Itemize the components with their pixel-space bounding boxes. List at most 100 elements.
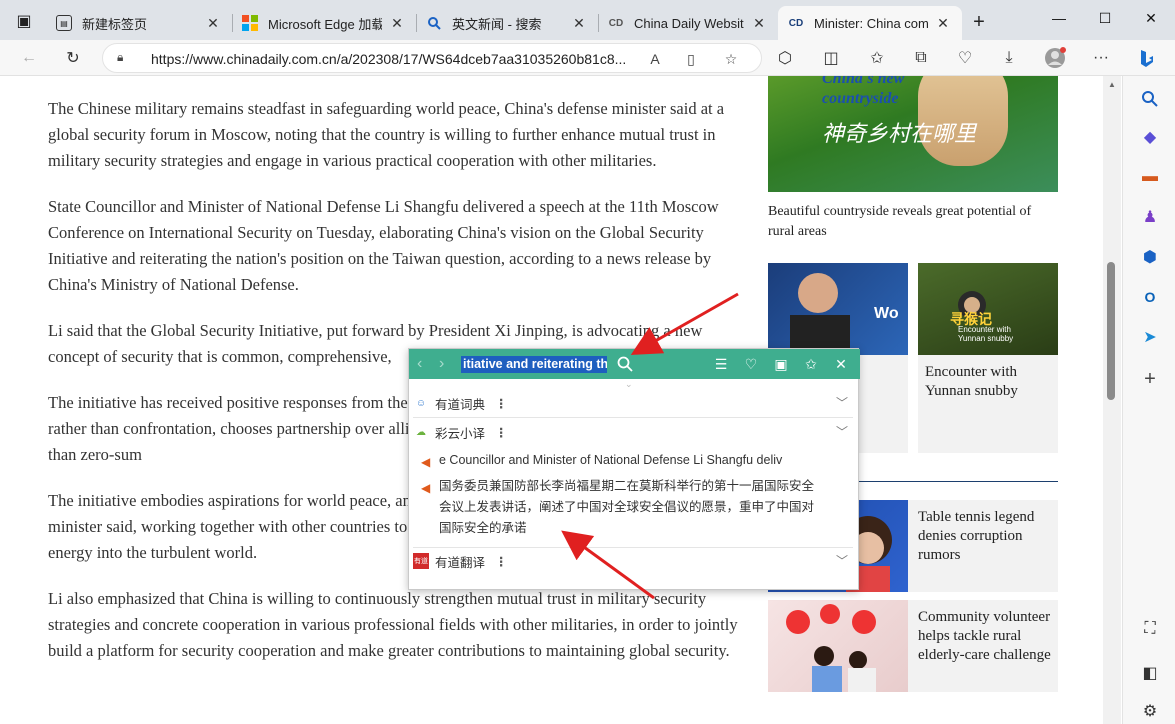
screenshot-icon[interactable]: ⛶ [1137, 616, 1163, 642]
dict-name: 有道词典 [435, 397, 486, 412]
shopping-tag-icon[interactable]: ◆ [1137, 124, 1163, 150]
close-tab-icon[interactable]: ✕ [204, 15, 222, 32]
settings-more-icon[interactable]: ··· [1086, 44, 1116, 72]
news-card-image: 寻猴记 Encounter with Yunnan snubby [918, 263, 1058, 355]
translation-line: 会议上发表讲话，阐述了中国对全球安全倡议的愿景，重申了中国对 [439, 500, 815, 514]
tab-title: 新建标签页 [82, 16, 148, 32]
hero-news-image[interactable]: China's new countryside 神奇乡村在哪里 [768, 76, 1058, 192]
hero-title-line: countryside [822, 90, 899, 107]
expand-chevron-icon[interactable]: ⌄ [625, 379, 633, 390]
forward-chevron-icon[interactable]: › [439, 355, 444, 373]
popup-header: ‹ › itiative and reiterating th ☰ ♡ ▣ ✩ … [409, 349, 860, 379]
news-card-caption[interactable]: Encounter with Yunnan snubby [925, 363, 1053, 401]
tab-news-search[interactable]: 英文新闻 - 搜索 ✕ [416, 6, 598, 40]
news-card-caption[interactable]: Community volunteer helps tackle rural e… [918, 608, 1053, 665]
browser-essentials-icon[interactable]: ♡ [950, 44, 980, 72]
news-card-image: Wo [768, 263, 908, 355]
search-icon [426, 15, 442, 31]
hero-caption-link[interactable]: Beautiful countryside reveals great pote… [768, 202, 1058, 242]
maximize-button[interactable]: ☐ [1082, 0, 1128, 36]
hero-chinese-title: 神奇乡村在哪里 [822, 122, 977, 147]
scroll-up-arrow-icon[interactable]: ▲ [1108, 80, 1116, 89]
favorites-icon[interactable]: ✩ [862, 44, 892, 72]
close-tab-icon[interactable]: ✕ [750, 15, 768, 32]
tools-briefcase-icon[interactable]: ▬ [1137, 164, 1163, 190]
minimize-button[interactable]: — [1036, 0, 1082, 36]
chevron-down-icon[interactable]: ﹀ [836, 423, 848, 440]
tab-title: Microsoft Edge 加载项 [268, 16, 382, 32]
chinadaily-icon: CD [788, 17, 804, 29]
downloads-icon[interactable]: ⤓ [994, 44, 1024, 72]
new-tab-icon: ▤ [56, 15, 72, 31]
dict-row-caiyun[interactable]: ☁ 彩云小译 ⋮ ﹀ [409, 419, 858, 445]
article-paragraph: Li also emphasized that China is willing… [48, 589, 738, 660]
tab-chinadaily-website[interactable]: CD China Daily Website - ✕ [598, 6, 778, 40]
tab-edge-addons[interactable]: Microsoft Edge 加载项 ✕ [232, 6, 416, 40]
hero-title-line: China's new [822, 76, 905, 87]
more-options-icon[interactable]: ⋮ [495, 554, 508, 569]
caiyun-cloud-icon: ☁ [416, 426, 426, 438]
close-tab-icon[interactable]: ✕ [570, 15, 588, 32]
add-sidebar-app-icon[interactable]: + [1137, 366, 1163, 392]
popup-search-icon[interactable] [615, 354, 635, 374]
menu-icon[interactable]: ☰ [711, 354, 731, 374]
games-icon[interactable]: ♟ [1137, 204, 1163, 230]
more-options-icon[interactable]: ⋮ [495, 396, 508, 411]
heart-icon[interactable]: ♡ [741, 354, 761, 374]
copilot-icon[interactable] [1132, 44, 1162, 72]
toolbar: ← ↻ 🔒︎ https://www.chinadaily.com.cn/a/2… [0, 40, 1175, 76]
back-chevron-icon[interactable]: ‹ [417, 355, 422, 373]
split-screen-icon[interactable]: ◫ [816, 44, 846, 72]
wordbook-icon[interactable]: ▣ [771, 354, 791, 374]
drop-send-icon[interactable]: ➤ [1137, 324, 1163, 350]
dict-row-youdao[interactable]: ☺ 有道词典 ⋮ ﹀ [409, 390, 858, 416]
tab-new-tab[interactable]: ▤ 新建标签页 ✕ [46, 6, 232, 40]
popup-query-text[interactable]: itiative and reiterating th [461, 356, 607, 373]
dict-name: 有道翻译 [435, 555, 486, 570]
sidebar-settings-icon[interactable]: ⚙ [1137, 698, 1163, 724]
close-popup-icon[interactable]: ✕ [831, 354, 851, 374]
more-options-icon[interactable]: ⋮ [495, 425, 508, 440]
favorite-star-icon[interactable]: ☆ [719, 48, 743, 70]
back-arrow-icon[interactable]: ← [14, 44, 44, 72]
page-scrollbar[interactable]: ▲ [1103, 76, 1121, 724]
outlook-icon[interactable]: O [1137, 284, 1163, 310]
dict-name: 彩云小译 [435, 426, 486, 441]
new-tab-button[interactable]: + [966, 10, 992, 34]
tab-actions-icon[interactable]: ▣ [10, 8, 38, 34]
pin-icon[interactable]: ✩ [801, 354, 821, 374]
tab-title: 英文新闻 - 搜索 [452, 16, 542, 32]
tab-minister-article[interactable]: CD Minister: China comm ✕ [778, 6, 962, 40]
speaker-icon[interactable]: ◀ [421, 455, 433, 469]
microsoft-365-icon[interactable]: ⬢ [1137, 244, 1163, 270]
tab-title: China Daily Website - [634, 15, 744, 31]
youdao-translate-logo-icon: 有道 [413, 553, 429, 569]
close-tab-icon[interactable]: ✕ [934, 15, 952, 32]
close-tab-icon[interactable]: ✕ [388, 15, 406, 32]
sidebar-search-icon[interactable] [1137, 86, 1163, 112]
dict-row-youdao-translate[interactable]: 有道 有道翻译 ⋮ ﹀ [409, 548, 858, 574]
news-card[interactable]: Community volunteer helps tackle rural e… [768, 600, 1058, 692]
read-aloud-icon[interactable]: A [643, 48, 667, 70]
extensions-icon[interactable]: ⬡ [770, 44, 800, 72]
chevron-down-icon[interactable]: ﹀ [836, 394, 848, 411]
chevron-down-icon[interactable]: ﹀ [836, 552, 848, 569]
chinadaily-icon: CD [608, 17, 624, 29]
hide-sidebar-icon[interactable]: ◧ [1137, 660, 1163, 686]
profile-avatar-icon[interactable] [1040, 44, 1070, 72]
news-card[interactable]: 寻猴记 Encounter with Yunnan snubby Encount… [918, 263, 1058, 453]
address-bar[interactable]: 🔒︎ https://www.chinadaily.com.cn/a/20230… [102, 43, 762, 73]
refresh-icon[interactable]: ↻ [58, 44, 88, 72]
url-text[interactable]: https://www.chinadaily.com.cn/a/202308/1… [151, 51, 631, 67]
speaker-icon[interactable]: ◀ [421, 481, 433, 495]
svg-text:Wo: Wo [874, 305, 899, 322]
youdao-dict-logo-icon: ☺ [415, 397, 427, 409]
news-card-caption[interactable]: Table tennis legend denies corruption ru… [918, 508, 1053, 565]
collections-icon[interactable]: ⧉ [906, 44, 936, 72]
news-card-image [768, 600, 908, 692]
card-overlay-subtitle: Encounter with Yunnan snubby [958, 325, 1014, 343]
close-window-button[interactable]: ✕ [1128, 0, 1174, 36]
lock-icon[interactable]: 🔒︎ [117, 50, 131, 66]
reader-view-icon[interactable]: ▯ [679, 48, 703, 70]
scrollbar-thumb[interactable] [1107, 262, 1115, 400]
